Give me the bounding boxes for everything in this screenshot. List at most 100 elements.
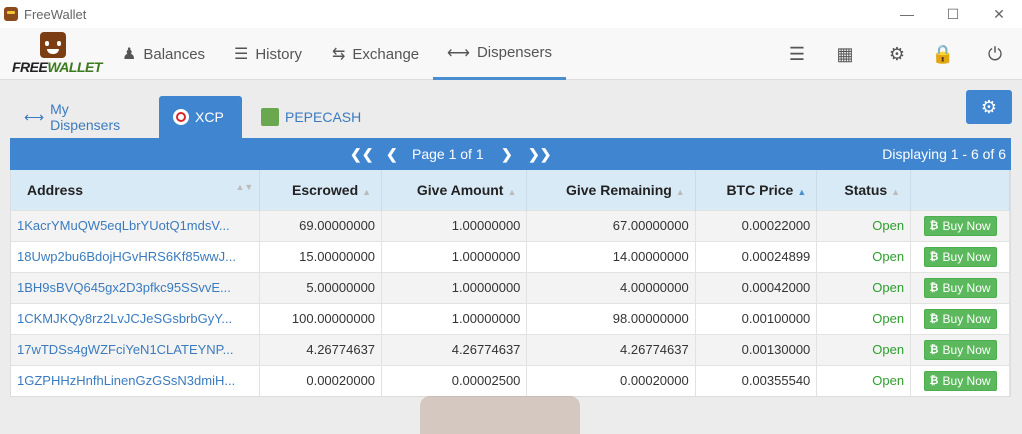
buy-now-button[interactable]: ₿ Buy Now — [923, 277, 997, 298]
bitcoin-icon: ₿ — [929, 374, 939, 387]
user-icon: ♟ — [122, 46, 137, 63]
table-row[interactable]: 1KacrYMuQW5eqLbrYUotQ1mdsV... 69.00000000… — [11, 209, 1010, 241]
cell-give-remaining: 67.00000000 — [526, 209, 696, 241]
cell-btc-price: 0.00100000 — [695, 302, 818, 334]
maximize-button[interactable]: ☐ — [930, 0, 976, 28]
title-bar: FreeWallet — ☐ ✕ — [0, 0, 1022, 28]
nav-balances[interactable]: ♟ Balances — [122, 28, 205, 80]
tab-my-dispensers-label: My Dispensers — [50, 101, 121, 133]
page-indicator: Page 1 of 1 — [412, 146, 484, 162]
qrcode-icon[interactable]: ▦ — [833, 42, 857, 66]
nav-history[interactable]: ☰ History — [234, 28, 302, 80]
col-header-address[interactable]: Address ▲▼ — [11, 170, 261, 210]
gear-icon: ⚙ — [980, 96, 998, 117]
list-icon: ☰ — [234, 46, 249, 63]
list-icon[interactable]: ☰ — [785, 42, 809, 66]
table-row[interactable]: 18Uwp2bu6BdojHGvHRS6Kf85wwJ... 15.0000000… — [11, 240, 1010, 272]
cell-give-amount: 0.00002500 — [381, 364, 528, 396]
cell-give-remaining: 98.00000000 — [526, 302, 696, 334]
cell-address[interactable]: 1GZPHHzHnfhLinenGzGSsN3dmiH... — [11, 364, 261, 396]
tab-xcp-label: XCP — [195, 109, 224, 125]
buy-now-label: Buy Now — [942, 249, 991, 264]
pager-bar: ❮❮ ❮ Page 1 of 1 ❯ ❯❯ Displaying 1 - 6 o… — [10, 138, 1011, 170]
buy-now-button[interactable]: ₿ Buy Now — [923, 339, 997, 360]
cell-address[interactable]: 1KacrYMuQW5eqLbrYUotQ1mdsV... — [11, 209, 261, 241]
cell-give-remaining: 4.26774637 — [526, 333, 696, 365]
buy-now-button[interactable]: ₿ Buy Now — [923, 308, 997, 329]
cell-action: ₿ Buy Now — [910, 209, 1010, 241]
nav-exchange-label: Exchange — [352, 45, 420, 63]
cell-escrowed: 5.00000000 — [259, 271, 383, 303]
cell-give-amount: 1.00000000 — [381, 240, 528, 272]
buy-now-button[interactable]: ₿ Buy Now — [923, 370, 997, 391]
cell-action: ₿ Buy Now — [910, 364, 1010, 396]
col-header-give-remaining[interactable]: Give Remaining ▲ — [526, 170, 696, 210]
buy-now-button[interactable]: ₿ Buy Now — [923, 246, 997, 267]
last-page-button[interactable]: ❯❯ — [528, 138, 551, 170]
cell-status: Open — [816, 271, 912, 303]
col-header-btc-price[interactable]: BTC Price ▲ — [695, 170, 818, 210]
col-header-give-amount[interactable]: Give Amount ▲ — [381, 170, 528, 210]
lock-icon[interactable]: 🔒 — [931, 42, 955, 66]
logo-mascot-icon — [40, 32, 66, 58]
table-row[interactable]: 1CKMJKQy8rz2LvJCJeSGsbrbGyY... 100.000000… — [11, 302, 1010, 334]
power-icon[interactable]: ⏻ — [983, 42, 1007, 66]
cell-give-amount: 1.00000000 — [381, 209, 528, 241]
main-nav: FREEWALLET ♟ Balances ☰ History ⇆ Exchan… — [0, 28, 1022, 80]
cell-escrowed: 4.26774637 — [259, 333, 383, 365]
cell-give-remaining: 14.00000000 — [526, 240, 696, 272]
nav-exchange[interactable]: ⇆ Exchange — [332, 28, 419, 80]
freewallet-logo[interactable]: FREEWALLET — [12, 32, 102, 76]
gears-icon[interactable]: ⚙ — [885, 42, 909, 66]
cell-status: Open — [816, 302, 912, 334]
sort-icon: ▲ — [675, 186, 685, 197]
nav-dispensers[interactable]: ⟷ Dispensers — [433, 28, 566, 80]
prev-page-button[interactable]: ❮ — [386, 138, 398, 170]
buy-now-label: Buy Now — [942, 218, 991, 233]
cell-escrowed: 69.00000000 — [259, 209, 383, 241]
cell-give-amount: 1.00000000 — [381, 271, 528, 303]
tab-pepecash[interactable]: PEPECASH — [247, 96, 375, 138]
col-header-give-remaining-label: Give Remaining — [565, 181, 672, 198]
cell-give-amount: 4.26774637 — [381, 333, 528, 365]
cell-escrowed: 100.00000000 — [259, 302, 383, 334]
cell-escrowed: 0.00020000 — [259, 364, 383, 396]
cell-status: Open — [816, 209, 912, 241]
bitcoin-icon: ₿ — [929, 250, 939, 263]
table-row[interactable]: 1BH9sBVQ645gx2D3pfkc95SSvvE... 5.00000000… — [11, 271, 1010, 303]
buy-now-label: Buy Now — [942, 311, 991, 326]
cell-btc-price: 0.00022000 — [695, 209, 818, 241]
buy-now-label: Buy Now — [942, 342, 991, 357]
logo-text-wallet: WALLET — [47, 59, 102, 75]
minimize-button[interactable]: — — [884, 0, 930, 28]
bitcoin-icon: ₿ — [929, 281, 939, 294]
window-title: FreeWallet — [24, 6, 87, 22]
tab-xcp[interactable]: XCP — [159, 96, 242, 138]
cell-status: Open — [816, 364, 912, 396]
sort-asc-icon: ▲ — [797, 186, 807, 197]
col-header-escrowed[interactable]: Escrowed ▲ — [259, 170, 383, 210]
close-button[interactable]: ✕ — [976, 0, 1022, 28]
logo-text-free: FREE — [12, 59, 48, 75]
cell-action: ₿ Buy Now — [910, 333, 1010, 365]
cell-give-amount: 1.00000000 — [381, 302, 528, 334]
settings-button[interactable]: ⚙ — [966, 90, 1012, 124]
tab-my-dispensers[interactable]: ⟷ My Dispensers — [10, 96, 134, 138]
table-row[interactable]: 1GZPHHzHnfhLinenGzGSsN3dmiH... 0.00020000… — [11, 364, 1010, 396]
tab-pepecash-label: PEPECASH — [285, 109, 362, 125]
table-row[interactable]: 17wTDSs4gWZFciYeN1CLATEYNP... 4.26774637 4… — [11, 333, 1010, 365]
displaying-count: Displaying 1 - 6 of 6 — [882, 146, 1006, 162]
col-header-status[interactable]: Status ▲ — [816, 170, 912, 210]
buy-now-button[interactable]: ₿ Buy Now — [923, 215, 997, 236]
next-page-button[interactable]: ❯ — [501, 138, 513, 170]
col-header-status-label: Status — [844, 181, 888, 198]
first-page-button[interactable]: ❮❮ — [350, 138, 373, 170]
background-mascot-image — [420, 396, 580, 434]
cell-address[interactable]: 1CKMJKQy8rz2LvJCJeSGsbrbGyY... — [11, 302, 261, 334]
cell-give-remaining: 0.00020000 — [526, 364, 696, 396]
cell-address[interactable]: 18Uwp2bu6BdojHGvHRS6Kf85wwJ... — [11, 240, 261, 272]
cell-address[interactable]: 17wTDSs4gWZFciYeN1CLATEYNP... — [11, 333, 261, 365]
arrows-horizontal-icon: ⟷ — [24, 108, 45, 125]
bitcoin-icon: ₿ — [929, 312, 939, 325]
cell-address[interactable]: 1BH9sBVQ645gx2D3pfkc95SSvvE... — [11, 271, 261, 303]
